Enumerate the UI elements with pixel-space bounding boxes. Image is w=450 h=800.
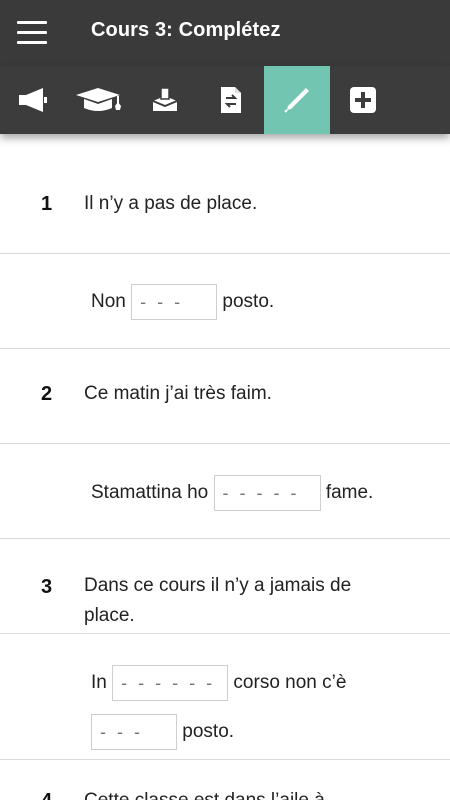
exercise-prompt-row: 1 Il n’y a pas de place. bbox=[0, 134, 450, 254]
exercise-prompt: Ce matin j’ai très faim. bbox=[84, 383, 272, 404]
tab-learn[interactable] bbox=[66, 66, 132, 134]
exercise-prompt-row: 4 Cette classe est dans l’aile à bbox=[0, 760, 450, 800]
tab-audio[interactable] bbox=[0, 66, 66, 134]
tab-complete[interactable] bbox=[264, 66, 330, 134]
ballot-box-icon bbox=[152, 87, 178, 111]
tab-translate[interactable] bbox=[198, 66, 264, 134]
megaphone-icon bbox=[19, 88, 47, 112]
hamburger-icon bbox=[17, 41, 47, 44]
page-title: Cours 3: Complétez bbox=[91, 19, 281, 41]
answer-blank-input[interactable] bbox=[91, 714, 177, 750]
exercise-prompt-line: place. bbox=[84, 605, 135, 626]
exercise-prompt-row: 2 Ce matin j’ai très faim. bbox=[0, 349, 450, 444]
exercise-prompt: Il n’y a pas de place. bbox=[84, 193, 258, 214]
answer-line: Non posto. bbox=[91, 284, 274, 320]
hamburger-icon bbox=[17, 21, 47, 24]
plus-icon bbox=[350, 87, 376, 113]
exercise-prompt: Cette classe est dans l’aile à bbox=[84, 786, 325, 800]
exercise-number: 2 bbox=[41, 383, 53, 405]
answer-blank-input[interactable] bbox=[213, 475, 321, 511]
exercise-answer-row: Non posto. bbox=[0, 254, 450, 349]
menu-button[interactable] bbox=[17, 21, 47, 45]
toolbar bbox=[0, 66, 450, 134]
tab-add[interactable] bbox=[330, 66, 396, 134]
answer-blank-input[interactable] bbox=[112, 665, 229, 701]
answer-text: fame. bbox=[325, 482, 374, 504]
document-swap-icon bbox=[221, 87, 241, 113]
exercise-number: 3 bbox=[41, 576, 53, 598]
answer-text: In bbox=[91, 672, 107, 694]
pencil-icon bbox=[284, 88, 309, 113]
exercise-answer-row: In corso non c’è posto. bbox=[0, 634, 450, 760]
graduation-cap-icon bbox=[76, 88, 121, 111]
answer-text: Non bbox=[91, 291, 126, 313]
answer-line: In corso non c’è bbox=[91, 665, 346, 701]
answer-text: posto. bbox=[222, 291, 275, 313]
answer-text: posto. bbox=[182, 721, 235, 743]
exercise-number: 1 bbox=[41, 193, 53, 215]
hamburger-icon bbox=[17, 31, 47, 34]
answer-line: posto. bbox=[91, 714, 234, 750]
exercise-prompt-row: 3 Dans ce cours il n’y a jamais de place… bbox=[0, 539, 450, 634]
app-bar: Cours 3: Complétez bbox=[0, 0, 450, 66]
exercise-prompt-line: Dans ce cours il n’y a jamais de bbox=[84, 575, 352, 596]
answer-line: Stamattina ho fame. bbox=[91, 475, 373, 511]
exercise-number: 4 bbox=[41, 790, 52, 800]
exercise-answer-row: Stamattina ho fame. bbox=[0, 444, 450, 539]
tab-vote[interactable] bbox=[132, 66, 198, 134]
answer-blank-input[interactable] bbox=[131, 284, 218, 320]
answer-text: Stamattina ho bbox=[91, 482, 209, 504]
exercise-prompt: Dans ce cours il n’y a jamais de place. bbox=[84, 571, 351, 631]
answer-text: corso non c’è bbox=[233, 672, 347, 694]
